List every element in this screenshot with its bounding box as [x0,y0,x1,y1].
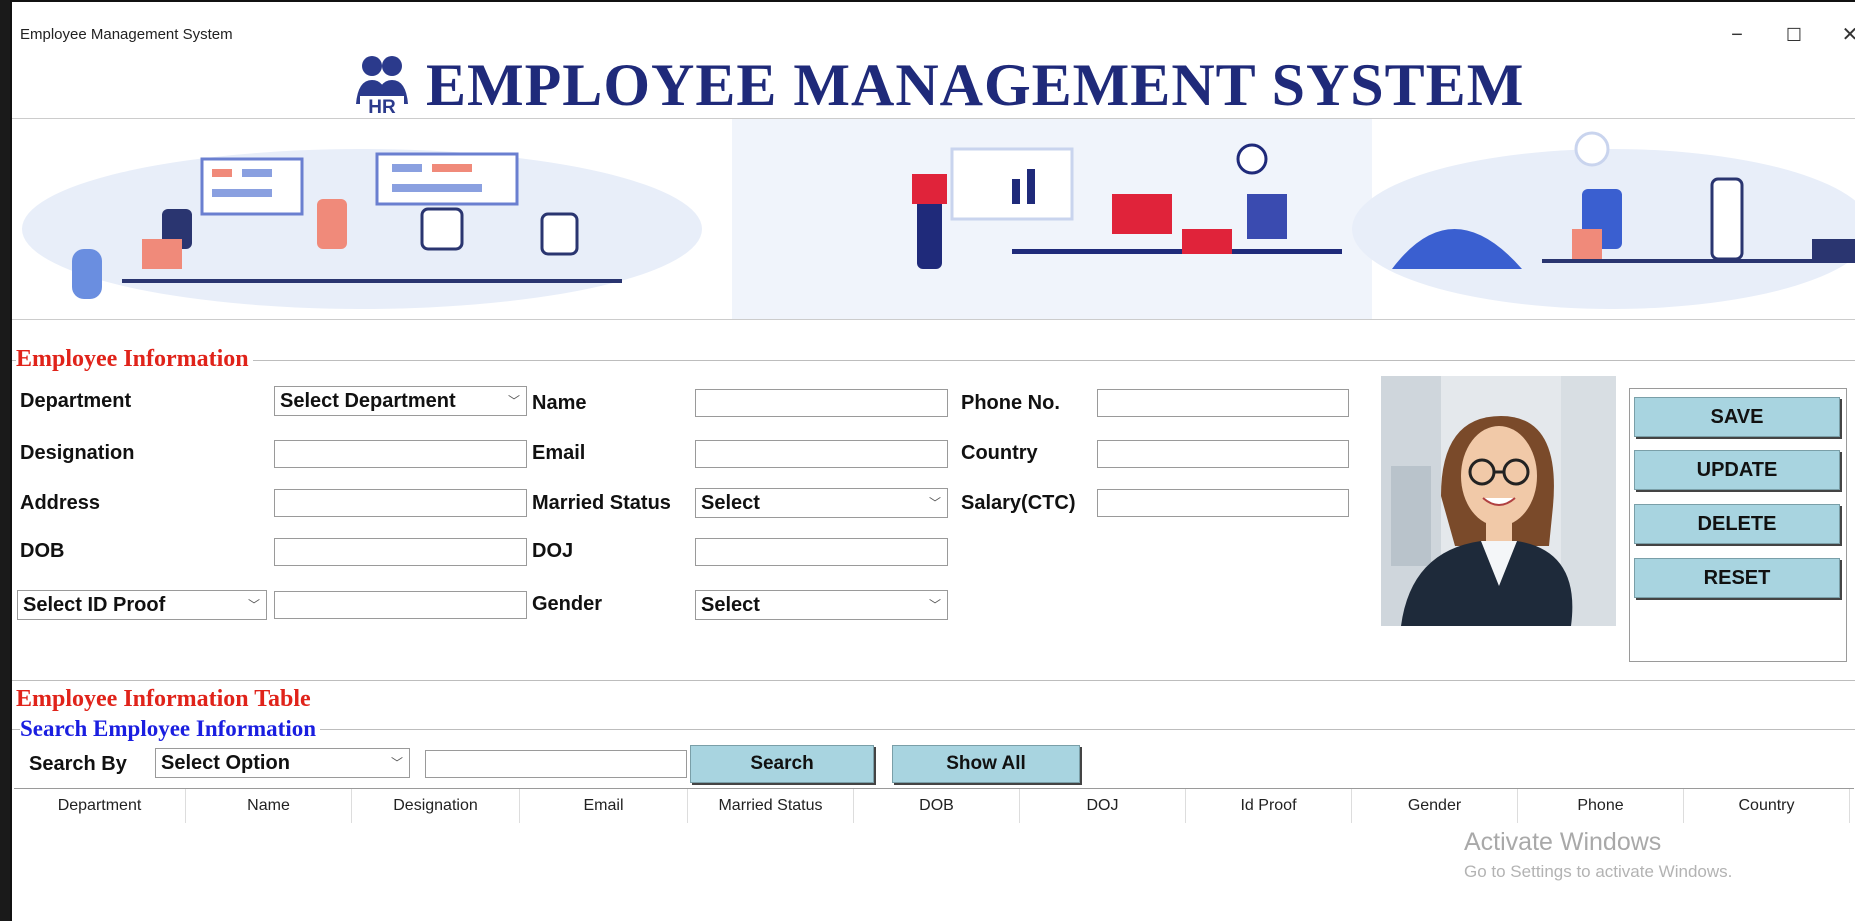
address-field[interactable] [274,489,527,517]
gender-select-value: Select [701,594,760,616]
column-header-doj[interactable]: DOJ [1020,789,1186,823]
search-input[interactable] [425,750,687,778]
column-header-designation[interactable]: Designation [352,789,520,823]
id-proof-number-field[interactable] [274,591,527,619]
column-header-email[interactable]: Email [520,789,688,823]
reset-button[interactable]: RESET [1634,558,1840,598]
email-label: Email [532,442,586,464]
country-label: Country [961,442,1038,464]
phone-label: Phone No. [961,392,1060,414]
designation-label: Designation [20,442,135,464]
address-label: Address [20,492,101,514]
department-select[interactable]: Select Department ﹀ [274,386,527,416]
employee-info-group-label: Employee Information [16,346,253,373]
gender-label: Gender [532,593,603,615]
search-group-label: Search Employee Information [20,716,321,742]
column-header-department[interactable]: Department [14,789,186,823]
search-by-select[interactable]: Select Option ﹀ [155,748,410,778]
chevron-down-icon: ﹀ [928,598,941,612]
married-status-label: Married Status [532,492,671,514]
dob-label: DOB [20,540,65,562]
name-label: Name [532,392,587,414]
employee-photo[interactable] [1381,376,1616,626]
search-button[interactable]: Search [690,745,874,783]
column-header-phone[interactable]: Phone [1518,789,1684,823]
app-window: Employee Management System − ☐ ✕ HR EMPL… [10,0,1855,921]
dob-field[interactable] [274,538,527,566]
title-bar: Employee Management System − ☐ ✕ [12,2,1855,48]
country-field[interactable] [1097,440,1349,468]
maximize-button[interactable]: ☐ [1774,20,1814,50]
delete-button[interactable]: DELETE [1634,504,1840,544]
department-label: Department [20,390,132,412]
logo-text: HR [368,97,396,118]
divider [12,360,1855,361]
employee-table-group-label: Employee Information Table [16,686,315,713]
column-header-id-proof[interactable]: Id Proof [1186,789,1352,823]
minimize-button[interactable]: − [1717,20,1757,50]
divider [12,680,1855,681]
column-header-country[interactable]: Country [1684,789,1850,823]
activation-watermark-title: Activate Windows [1464,828,1662,856]
save-button[interactable]: SAVE [1634,397,1840,437]
column-header-married-status[interactable]: Married Status [688,789,854,823]
close-button[interactable]: ✕ [1830,20,1855,50]
column-header-gender[interactable]: Gender [1352,789,1518,823]
salary-label: Salary(CTC) [961,492,1076,514]
update-button[interactable]: UPDATE [1634,450,1840,490]
activation-watermark-subtitle: Go to Settings to activate Windows. [1464,862,1733,881]
married-status-select[interactable]: Select ﹀ [695,488,948,518]
column-header-name[interactable]: Name [186,789,352,823]
doj-label: DOJ [532,540,574,562]
email-field[interactable] [695,440,948,468]
doj-field[interactable] [695,538,948,566]
banner-illustration [12,118,1855,320]
app-header: HR EMPLOYEE MANAGEMENT SYSTEM [352,50,1524,120]
show-all-button[interactable]: Show All [892,745,1080,783]
search-by-label: Search By [29,753,127,775]
name-field[interactable] [695,389,948,417]
search-by-select-value: Select Option [161,752,290,774]
married-status-select-value: Select [701,492,760,514]
column-header-dob[interactable]: DOB [854,789,1020,823]
gender-select[interactable]: Select ﹀ [695,590,948,620]
chevron-down-icon: ﹀ [247,598,260,612]
page-title: EMPLOYEE MANAGEMENT SYSTEM [426,51,1525,118]
chevron-down-icon: ﹀ [928,496,941,510]
department-select-value: Select Department [280,390,456,412]
action-button-panel: SAVE UPDATE DELETE RESET [1629,388,1847,662]
chevron-down-icon: ﹀ [507,394,520,408]
designation-field[interactable] [274,440,527,468]
phone-field[interactable] [1097,389,1349,417]
id-proof-select[interactable]: Select ID Proof ﹀ [17,590,267,620]
chevron-down-icon: ﹀ [390,756,403,770]
id-proof-select-value: Select ID Proof [23,594,166,616]
hr-people-icon: HR [356,56,408,118]
window-title: Employee Management System [20,26,233,43]
salary-field[interactable] [1097,489,1349,517]
